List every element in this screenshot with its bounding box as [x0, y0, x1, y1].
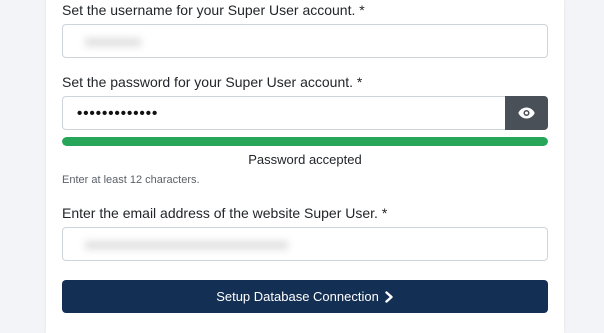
username-input[interactable]: xxxxxxxx: [62, 24, 548, 58]
password-label: Set the password for your Super User acc…: [62, 74, 363, 90]
password-input[interactable]: •••••••••••••: [62, 96, 505, 130]
email-input[interactable]: xxxxxxxxxxxxxxxxxxxxxxxxxxxxx: [62, 227, 548, 261]
submit-button-label: Setup Database Connection: [216, 289, 379, 304]
eye-icon: [518, 107, 535, 119]
email-label: Enter the email address of the website S…: [62, 205, 388, 221]
password-strength-text: Password accepted: [248, 152, 362, 167]
email-value: xxxxxxxxxxxxxxxxxxxxxxxxxxxxx: [85, 236, 288, 252]
password-strength-meter: [62, 137, 548, 146]
setup-database-connection-button[interactable]: Setup Database Connection: [62, 280, 548, 313]
username-value: xxxxxxxx: [85, 33, 141, 49]
show-password-button[interactable]: [505, 96, 548, 130]
password-field-group: •••••••••••••: [62, 96, 548, 130]
username-label: Set the username for your Super User acc…: [62, 2, 365, 18]
chevron-right-icon: [385, 290, 393, 303]
password-strength-fill: [62, 137, 548, 146]
password-hint: Enter at least 12 characters.: [62, 174, 200, 186]
